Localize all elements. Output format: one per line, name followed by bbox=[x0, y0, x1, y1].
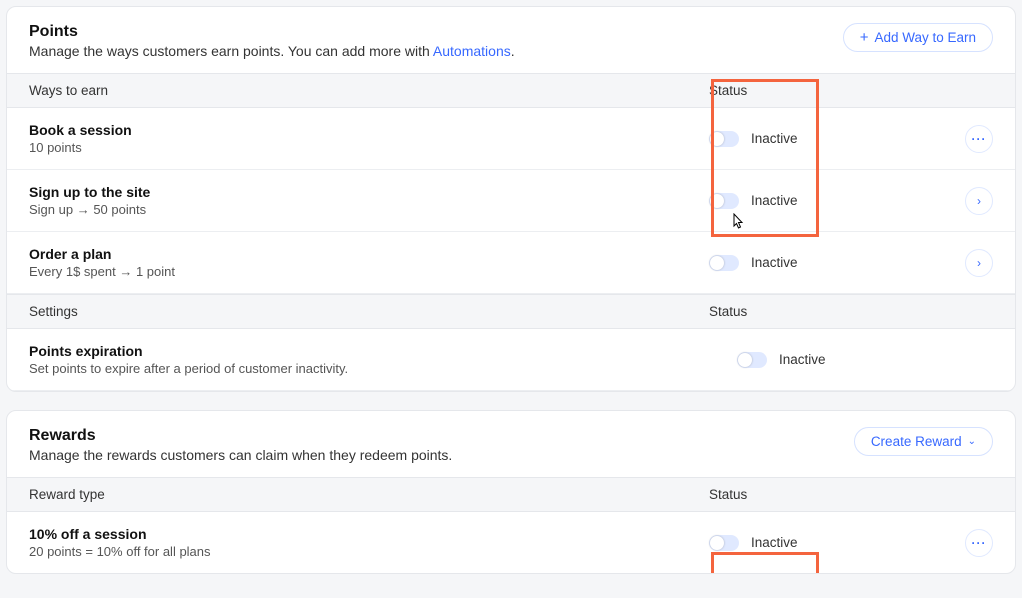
create-reward-label: Create Reward bbox=[871, 434, 962, 449]
add-way-label: Add Way to Earn bbox=[874, 30, 976, 45]
row-sub: Sign up → 50 points bbox=[29, 202, 709, 217]
expand-button[interactable]: › bbox=[965, 187, 993, 215]
rewards-card: Rewards Manage the rewards customers can… bbox=[6, 410, 1016, 574]
status-label: Inactive bbox=[751, 255, 798, 270]
row-title: Book a session bbox=[29, 122, 709, 138]
status-toggle[interactable] bbox=[709, 255, 739, 271]
col-status: Status bbox=[709, 487, 993, 502]
more-actions-button[interactable]: ··· bbox=[965, 529, 993, 557]
row-sub: 20 points = 10% off for all plans bbox=[29, 544, 709, 559]
row-title: Sign up to the site bbox=[29, 184, 709, 200]
col-settings: Settings bbox=[29, 304, 709, 319]
row-sub: Every 1$ spent → 1 point bbox=[29, 264, 709, 279]
expand-button[interactable]: › bbox=[965, 249, 993, 277]
row-sub: 10 points bbox=[29, 140, 709, 155]
reward-type-header: Reward type Status bbox=[7, 477, 1015, 512]
col-ways: Ways to earn bbox=[29, 83, 709, 98]
rewards-header: Rewards Manage the rewards customers can… bbox=[7, 411, 1015, 477]
row-title: Order a plan bbox=[29, 246, 709, 262]
dots-icon: ··· bbox=[972, 536, 987, 550]
chevron-down-icon: ⌄ bbox=[968, 436, 976, 447]
status-label: Inactive bbox=[779, 352, 826, 367]
row-title: 10% off a session bbox=[29, 526, 709, 542]
status-toggle[interactable] bbox=[737, 352, 767, 368]
ways-to-earn-header: Ways to earn Status bbox=[7, 73, 1015, 108]
table-row: Points expiration Set points to expire a… bbox=[7, 329, 1015, 391]
row-title: Points expiration bbox=[29, 343, 709, 359]
table-row: Sign up to the site Sign up → 50 points … bbox=[7, 170, 1015, 232]
annotation-highlight bbox=[711, 552, 819, 574]
points-subtitle: Manage the ways customers earn points. Y… bbox=[29, 43, 515, 59]
chevron-right-icon: › bbox=[977, 256, 981, 270]
row-sub: Set points to expire after a period of c… bbox=[29, 361, 709, 376]
status-label: Inactive bbox=[751, 535, 798, 550]
points-card: Points Manage the ways customers earn po… bbox=[6, 6, 1016, 392]
status-label: Inactive bbox=[751, 131, 798, 146]
status-toggle[interactable] bbox=[709, 131, 739, 147]
col-status: Status bbox=[709, 83, 993, 98]
status-toggle[interactable] bbox=[709, 193, 739, 209]
col-status: Status bbox=[709, 304, 993, 319]
rewards-subtitle: Manage the rewards customers can claim w… bbox=[29, 447, 452, 463]
rewards-title: Rewards bbox=[29, 427, 452, 445]
col-reward-type: Reward type bbox=[29, 487, 709, 502]
dots-icon: ··· bbox=[972, 132, 987, 146]
more-actions-button[interactable]: ··· bbox=[965, 125, 993, 153]
chevron-right-icon: › bbox=[977, 194, 981, 208]
points-header-text: Points Manage the ways customers earn po… bbox=[29, 23, 515, 59]
status-toggle[interactable] bbox=[709, 535, 739, 551]
points-header: Points Manage the ways customers earn po… bbox=[7, 7, 1015, 73]
plus-icon: + bbox=[860, 30, 869, 45]
table-row: Book a session 10 points Inactive ··· bbox=[7, 108, 1015, 170]
table-row: 10% off a session 20 points = 10% off fo… bbox=[7, 512, 1015, 573]
points-title: Points bbox=[29, 23, 515, 41]
status-label: Inactive bbox=[751, 193, 798, 208]
table-row: Order a plan Every 1$ spent → 1 point In… bbox=[7, 232, 1015, 294]
rewards-header-text: Rewards Manage the rewards customers can… bbox=[29, 427, 452, 463]
create-reward-button[interactable]: Create Reward ⌄ bbox=[854, 427, 993, 456]
automations-link[interactable]: Automations bbox=[433, 43, 511, 59]
settings-header: Settings Status bbox=[7, 294, 1015, 329]
add-way-to-earn-button[interactable]: + Add Way to Earn bbox=[843, 23, 993, 52]
